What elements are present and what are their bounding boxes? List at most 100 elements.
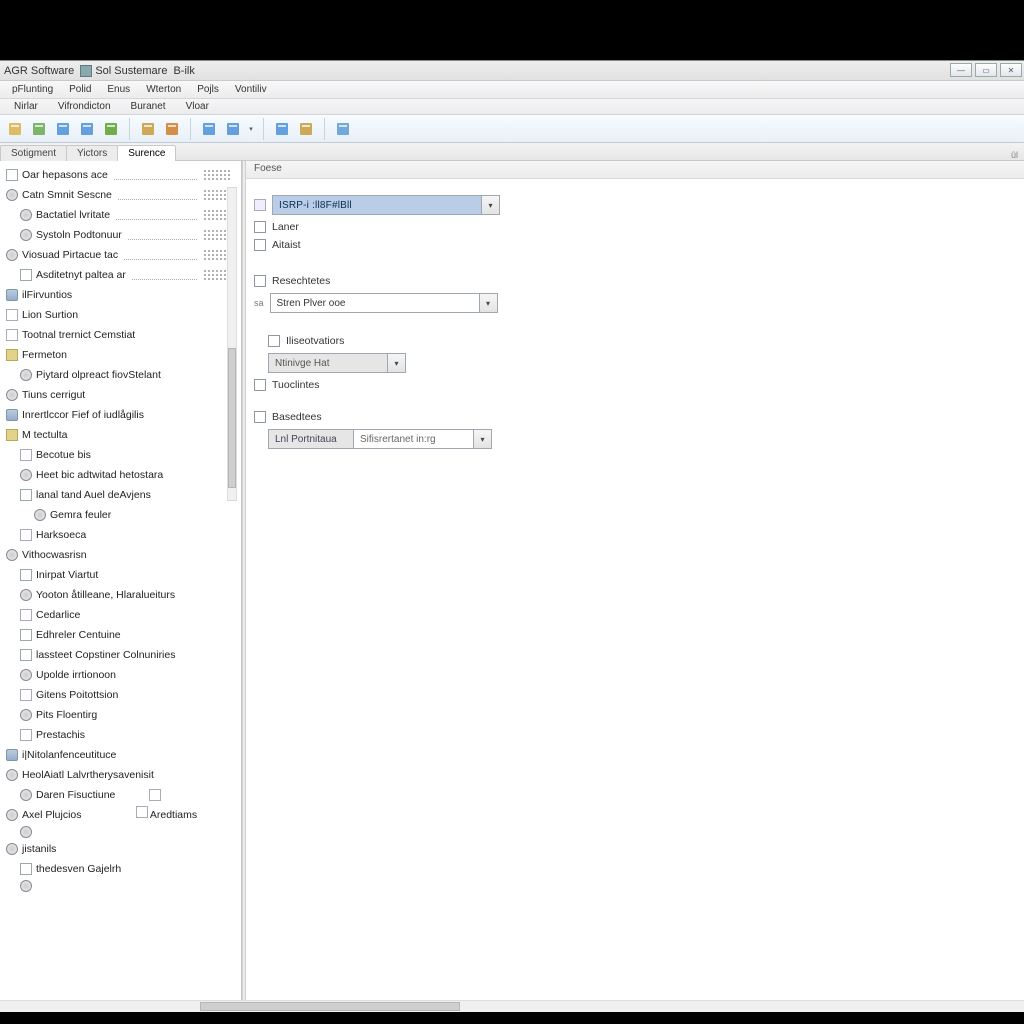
tree-item[interactable]: Cedarlice (6, 605, 231, 625)
tree-item[interactable]: HeolAiatl Lalvrtherysavenisit (6, 765, 231, 785)
sidebar-tab[interactable]: Yictors (66, 145, 118, 161)
tree-item[interactable]: Catn Smnit Sescne (6, 185, 231, 205)
save-icon[interactable] (76, 118, 98, 140)
scrollbar-thumb[interactable] (228, 348, 236, 488)
sheet-icon[interactable] (137, 118, 159, 140)
tree-item[interactable]: Harksoeca (6, 525, 231, 545)
tree-item[interactable]: Piytard olpreact fiovStelant (6, 365, 231, 385)
minimize-button[interactable]: — (950, 63, 972, 77)
menu-item[interactable]: Pojls (189, 84, 227, 95)
maximize-button[interactable]: ▭ (975, 63, 997, 77)
main-combo-1[interactable]: ISRP-i :ll8F#lBll ▾ (272, 195, 500, 215)
combo-2[interactable]: Stren Plver ooe ▾ (270, 293, 498, 313)
menu2-item[interactable]: Vifrondicton (48, 101, 121, 112)
tree-item[interactable]: Fermeton (6, 345, 231, 365)
page-blue-icon[interactable] (222, 118, 244, 140)
tree-item[interactable]: Oar hepasons ace (6, 165, 231, 185)
combo-right-cell[interactable]: Sifisrertanet in:rg (354, 429, 474, 449)
menu2-item[interactable]: Vloar (176, 101, 219, 112)
hscroll-thumb[interactable] (200, 1002, 460, 1011)
refresh-icon[interactable] (52, 118, 74, 140)
menu-item[interactable]: Polid (61, 84, 99, 95)
combo-3[interactable]: Ntinivge Hat ▾ (268, 353, 406, 373)
menu-item[interactable]: Wterton (138, 84, 189, 95)
horizontal-scrollbar[interactable] (0, 1000, 1024, 1012)
tree-item[interactable]: thedesven Gajelrh (6, 859, 231, 879)
menu2-item[interactable]: Nirlar (4, 101, 48, 112)
export-icon[interactable] (295, 118, 317, 140)
checkbox-aitaist[interactable] (254, 239, 266, 251)
tree-item[interactable]: lanal tand Auel deAvjens (6, 485, 231, 505)
tree-item[interactable]: Upolde irrtionoon (6, 665, 231, 685)
tree-item[interactable]: Asditetnyt paltea ar (6, 265, 231, 285)
tree-item[interactable]: Becotue bis (6, 445, 231, 465)
tree-item[interactable] (6, 879, 231, 893)
puzzle-icon[interactable] (28, 118, 50, 140)
toolbar-dropdown-icon[interactable]: ▾ (246, 118, 256, 140)
tree-item[interactable]: Vithocwasrisn (6, 545, 231, 565)
tree-item[interactable]: Edhreler Centuine (6, 625, 231, 645)
close-button[interactable]: ✕ (1000, 63, 1022, 77)
gear-icon (34, 509, 46, 521)
tree-item[interactable]: lassteet Copstiner Colnuniries (6, 645, 231, 665)
tree-item[interactable]: Gemra feuler (6, 505, 231, 525)
combo-text[interactable]: Stren Plver ooe (270, 293, 480, 313)
tree-item[interactable]: Lion Surtion (6, 305, 231, 325)
chevron-down-icon[interactable]: ▾ (480, 293, 498, 313)
book-icon[interactable] (198, 118, 220, 140)
menu2-item[interactable]: Buranet (121, 101, 176, 112)
checkbox-resechetes[interactable] (254, 275, 266, 287)
gear-icon (6, 549, 18, 561)
checkbox-basedtees[interactable] (254, 411, 266, 423)
sidebar-tab[interactable]: Sotigment (0, 145, 67, 161)
tree-item[interactable]: Systoln Podtonuur (6, 225, 231, 245)
tree-item[interactable]: Inrertlccor Fief of iudlågilis (6, 405, 231, 425)
tree-item-extra-label: Aredtiams (148, 809, 198, 821)
tree-item-label: Lion Surtion (22, 306, 78, 324)
tree-item[interactable]: Viosuad Pirtacue tac (6, 245, 231, 265)
tree-item[interactable]: Pits Floentirg (6, 705, 231, 725)
menu-item[interactable]: Vontiliv (227, 84, 275, 95)
sidebar-scrollbar[interactable] (225, 187, 241, 501)
grid-icon[interactable] (161, 118, 183, 140)
page-icon (20, 609, 32, 621)
tabstrip-pin[interactable]: ûl (1005, 150, 1024, 160)
tree-item[interactable]: i|Nitolanfenceutituce (6, 745, 231, 765)
gear-icon (20, 669, 32, 681)
table-green-icon[interactable] (100, 118, 122, 140)
tree-item[interactable]: Tiuns cerrigut (6, 385, 231, 405)
combo-4[interactable]: Lnl Portnitaua Sifisrertanet in:rg ▾ (268, 429, 492, 449)
tree-item[interactable]: Heet bic adtwitad hetostara (6, 465, 231, 485)
chevron-down-icon[interactable]: ▾ (388, 353, 406, 373)
doc-icon (20, 489, 32, 501)
combo-left-cell[interactable]: Lnl Portnitaua (268, 429, 354, 449)
sidebar-tab-active[interactable]: Surence (117, 145, 176, 161)
tree-item[interactable]: Daren Fisuctiune (6, 785, 231, 805)
combo-text[interactable]: Ntinivge Hat (268, 353, 388, 373)
checkbox-iliseotvatiors[interactable] (268, 335, 280, 347)
tree-item-label: ilFirvuntios (22, 286, 72, 304)
tree-item[interactable]: Prestachis (6, 725, 231, 745)
cloud-icon[interactable] (332, 118, 354, 140)
combo-text[interactable]: ISRP-i :ll8F#lBll (272, 195, 482, 215)
checkbox-laser[interactable] (254, 221, 266, 233)
tree-item-extra[interactable]: Aredtiams (136, 806, 198, 824)
tree-item[interactable]: Inirpat Viartut (6, 565, 231, 585)
chevron-down-icon[interactable]: ▾ (482, 195, 500, 215)
toolbar-separator (263, 118, 264, 140)
tree-item[interactable]: M tectulta (6, 425, 231, 445)
tree-item[interactable] (6, 825, 231, 839)
menu-item[interactable]: Enus (99, 84, 138, 95)
doc-icon[interactable] (4, 118, 26, 140)
window-icon[interactable] (271, 118, 293, 140)
menu-item[interactable]: pFlunting (4, 84, 61, 95)
tree-item[interactable]: Bactatiel lvritate (6, 205, 231, 225)
checkbox-tuoclintes[interactable] (254, 379, 266, 391)
tree-item[interactable]: jistanils (6, 839, 231, 859)
tree-item[interactable]: Tootnal trernict Cemstiat (6, 325, 231, 345)
tree-item[interactable]: Yooton åtilleane, Hlaralueiturs (6, 585, 231, 605)
tree-item[interactable]: Axel Plujcios Aredtiams (6, 805, 231, 825)
tree-item[interactable]: Gitens Poitottsion (6, 685, 231, 705)
chevron-down-icon[interactable]: ▾ (474, 429, 492, 449)
tree-item[interactable]: ilFirvuntios (6, 285, 231, 305)
